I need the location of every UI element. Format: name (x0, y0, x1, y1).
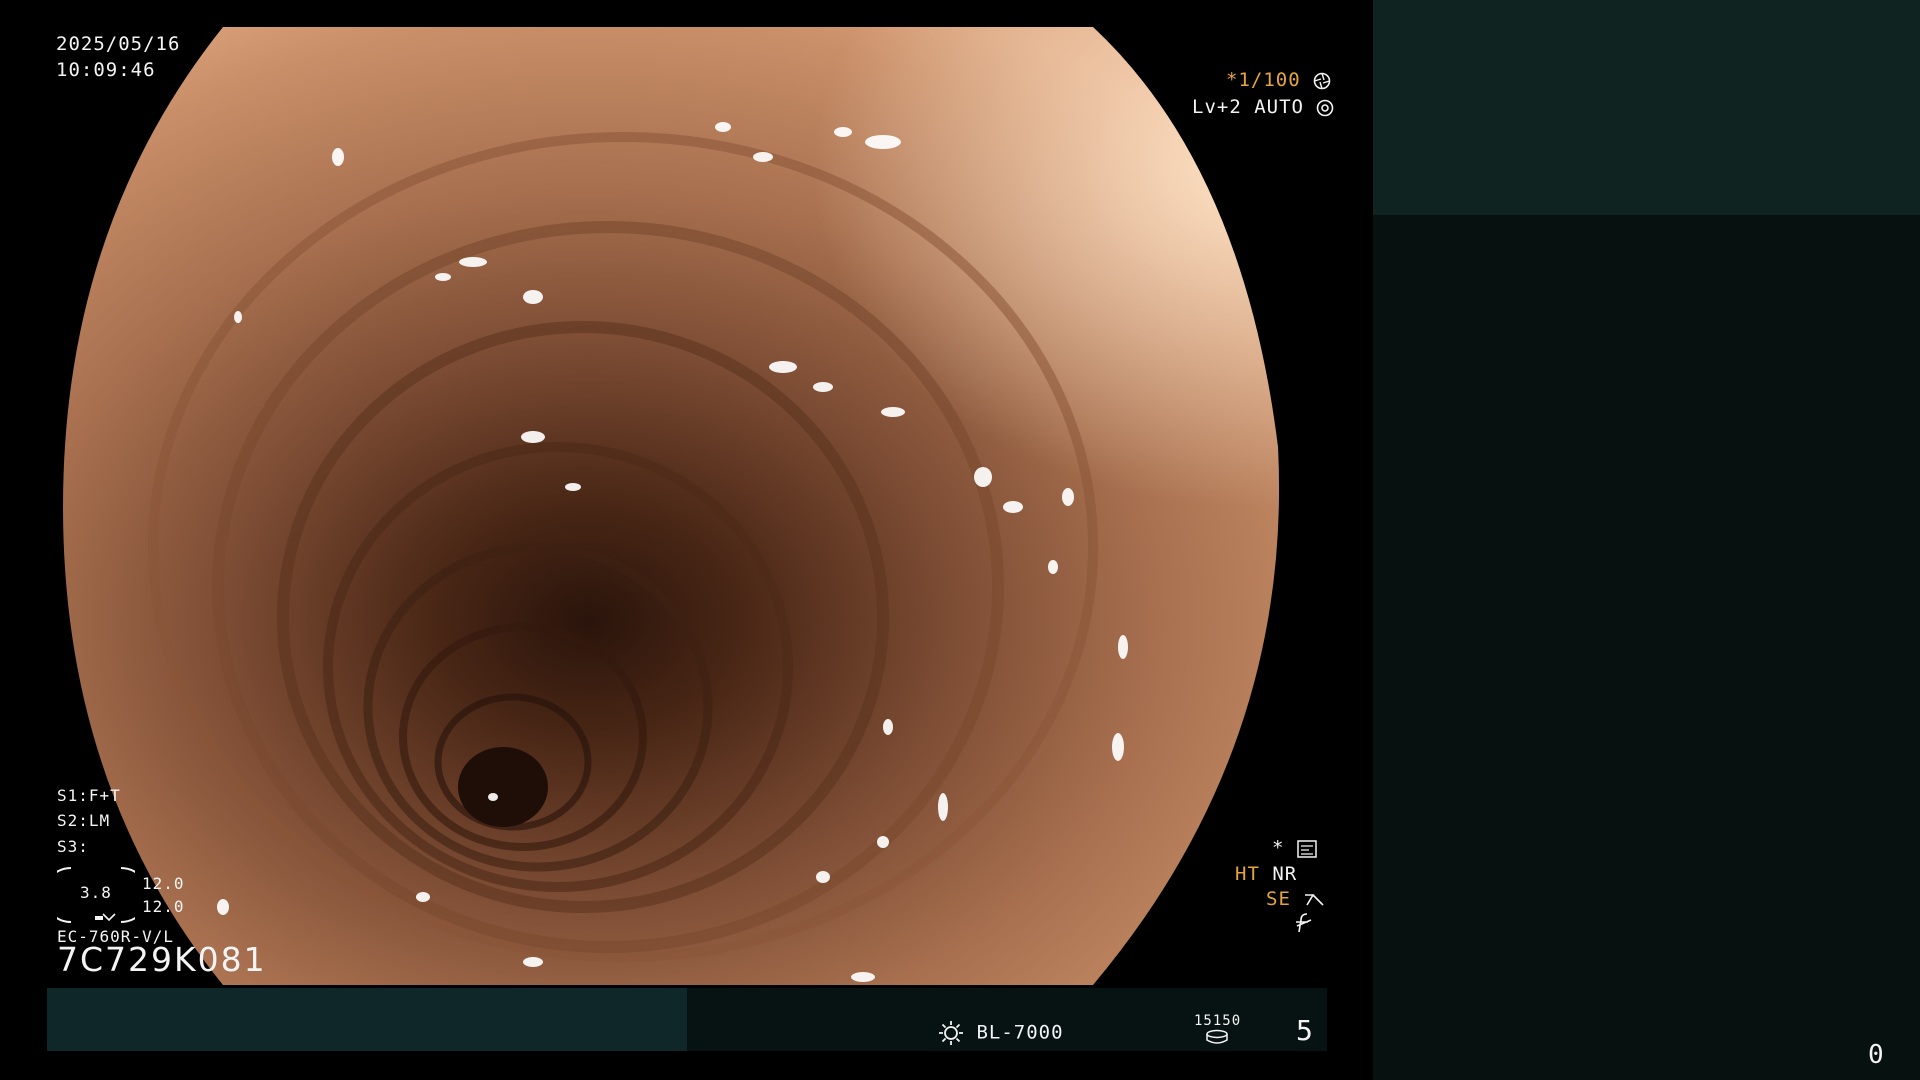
ht-nr-indicator: HT NR (1235, 862, 1297, 886)
nr-label: NR (1272, 863, 1298, 885)
level-auto-value: Lv+2 AUTO (1192, 96, 1304, 118)
gauge-right-top: 12.0 (142, 874, 185, 893)
f-mode-icon (1296, 913, 1312, 933)
light-source-indicator: BL-7000 (938, 1020, 1064, 1046)
scope-serial: 7C729K081 (57, 940, 267, 979)
gauge-right-bottom: 12.0 (142, 897, 185, 916)
se-label: SE (1266, 888, 1291, 910)
s3-label: S3: (57, 837, 89, 856)
image-mode-icon (1297, 839, 1317, 858)
date-label: 2025/05/16 (56, 33, 181, 55)
bottom-bar-left (47, 988, 687, 1051)
enhance-icon (1305, 893, 1324, 906)
light-source-label: BL-7000 (976, 1021, 1064, 1044)
right-star: * (1272, 837, 1285, 859)
shutter-label: *1/100 (1226, 68, 1331, 92)
ht-label: HT (1235, 863, 1260, 885)
time-label: 10:09:46 (56, 59, 156, 81)
gauge-value: 3.8 (80, 883, 112, 902)
se-indicator: SE (1266, 887, 1325, 911)
aperture-icon (1313, 72, 1331, 89)
endoscope-image (63, 27, 1313, 985)
level-auto-label: Lv+2 AUTO (1192, 95, 1334, 119)
s1-label: S1:F+T (57, 786, 121, 805)
shutter-value: *1/100 (1226, 69, 1301, 91)
corner-number: 0 (1868, 1040, 1885, 1070)
side-panel-top (1373, 0, 1920, 215)
side-panel-bottom (1373, 215, 1920, 1080)
lamp-icon (939, 1021, 963, 1045)
counter-big: 5 (1296, 1014, 1314, 1047)
s2-label: S2:LM (57, 811, 111, 830)
disc-counter-icon (1206, 1029, 1228, 1044)
image-mode-indicator: * (1272, 836, 1317, 860)
iris-icon (1317, 99, 1334, 116)
